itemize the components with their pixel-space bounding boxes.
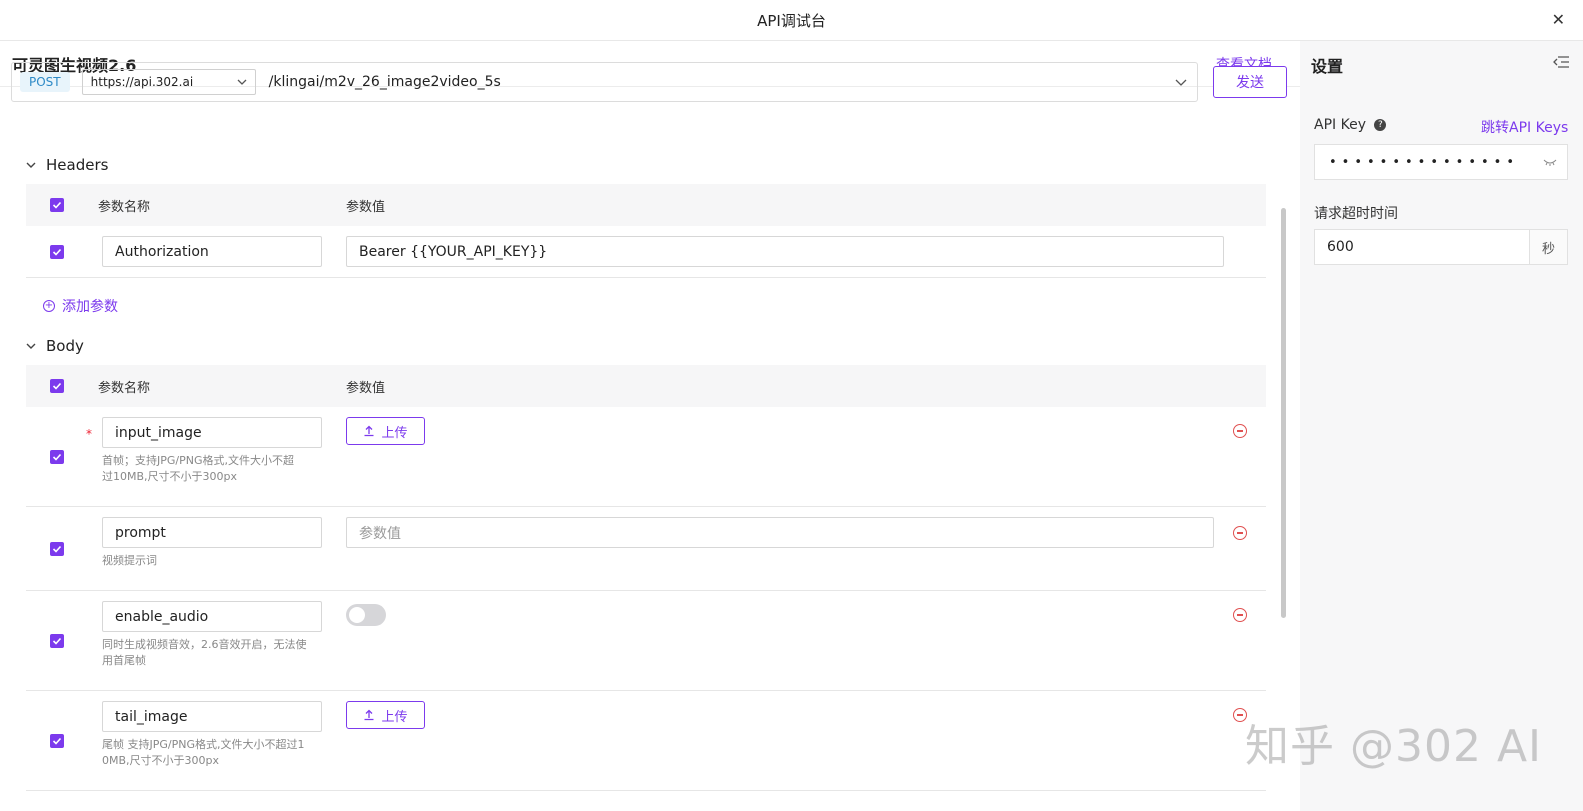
chevron-down-icon[interactable]	[1175, 79, 1187, 86]
check-icon	[52, 248, 62, 256]
param-name-field[interactable]: input_image	[102, 417, 322, 448]
body-section-toggle[interactable]: Body	[26, 337, 84, 355]
settings-panel: 设置 API Key ? 跳转API Keys ••••••••••••••• …	[1300, 41, 1583, 811]
eye-closed-icon[interactable]	[1543, 158, 1557, 166]
api-key-input[interactable]: •••••••••••••••	[1314, 144, 1568, 180]
col-param-value: 参数值	[346, 199, 386, 215]
settings-title: 设置	[1311, 57, 1344, 76]
table-row: enable_audio 同时生成视频音效，2.6音效开启，无法使 用首尾帧	[26, 591, 1266, 691]
upload-icon	[364, 425, 374, 437]
param-name-field[interactable]: Authorization	[102, 236, 322, 267]
add-param-button[interactable]: + 添加参数	[43, 296, 118, 316]
check-icon	[52, 637, 62, 645]
timeout-value[interactable]: 600	[1315, 230, 1529, 264]
close-icon[interactable]: ✕	[1552, 10, 1565, 29]
param-description: 视频提示词	[102, 554, 157, 567]
endpoint-path[interactable]: /klingai/m2v_26_image2video_5s	[269, 74, 1175, 90]
table-row: * input_image 首帧；支持JPG/PNG格式,文件大小不超 过10MB…	[26, 407, 1266, 507]
plus-circle-icon: +	[43, 300, 55, 312]
headers-title: Headers	[46, 156, 109, 174]
check-icon	[52, 382, 62, 390]
param-value-field[interactable]: 参数值	[346, 517, 1214, 548]
api-key-value: •••••••••••••••	[1329, 154, 1520, 170]
watermark: 知乎 @302 AI	[1245, 721, 1543, 772]
param-description: 首帧；支持JPG/PNG格式,文件大小不超 过10MB,尺寸不小于300px	[102, 454, 294, 483]
upload-button[interactable]: 上传	[346, 417, 425, 445]
headers-select-all-checkbox[interactable]	[50, 198, 64, 212]
upload-button[interactable]: 上传	[346, 701, 425, 729]
row-checkbox[interactable]	[50, 245, 64, 259]
row-checkbox[interactable]	[50, 634, 64, 648]
table-row: Authorization Bearer {{YOUR_API_KEY}}	[26, 226, 1266, 278]
upload-icon	[364, 709, 374, 721]
enable-audio-toggle[interactable]	[346, 604, 386, 626]
remove-param-icon[interactable]	[1233, 608, 1247, 622]
param-name-field[interactable]: enable_audio	[102, 601, 322, 632]
api-key-label: API Key	[1314, 117, 1366, 133]
timeout-input[interactable]: 600 秒	[1314, 229, 1568, 265]
chevron-down-icon	[26, 162, 36, 168]
window-titlebar: API调试台 ✕	[0, 0, 1583, 41]
timeout-label: 请求超时时间	[1314, 206, 1398, 222]
col-param-value: 参数值	[346, 380, 386, 396]
url-bar: POST https://api.302.ai /klingai/m2v_26_…	[11, 62, 1198, 102]
check-icon	[52, 545, 62, 553]
timeout-unit: 秒	[1529, 230, 1567, 264]
param-description: 尾帧 支持JPG/PNG格式,文件大小不超过1 0MB,尺寸不小于300px	[102, 738, 305, 767]
base-url-value: https://api.302.ai	[90, 75, 194, 89]
chevron-down-icon	[237, 79, 247, 85]
base-url-select[interactable]: https://api.302.ai	[81, 69, 256, 95]
body-select-all-checkbox[interactable]	[50, 379, 64, 393]
remove-param-icon[interactable]	[1233, 526, 1247, 540]
row-checkbox[interactable]	[50, 450, 64, 464]
headers-section-toggle[interactable]: Headers	[26, 156, 108, 174]
send-button[interactable]: 发送	[1213, 66, 1287, 98]
method-badge: POST	[20, 72, 70, 92]
body-table-head: 参数名称 参数值	[26, 365, 1266, 407]
add-param-label: 添加参数	[62, 299, 118, 315]
body-title: Body	[46, 337, 84, 355]
check-icon	[52, 201, 62, 209]
param-name-field[interactable]: tail_image	[102, 701, 322, 732]
param-name-field[interactable]: prompt	[102, 517, 322, 548]
check-icon	[52, 737, 62, 745]
chevron-down-icon	[26, 343, 36, 349]
check-icon	[52, 453, 62, 461]
param-description: 同时生成视频音效，2.6音效开启，无法使 用首尾帧	[102, 638, 307, 667]
api-keys-link[interactable]: 跳转API Keys	[1481, 117, 1568, 137]
col-param-name: 参数名称	[98, 199, 151, 215]
row-checkbox[interactable]	[50, 542, 64, 556]
window-title: API调试台	[757, 11, 826, 30]
param-value-field[interactable]: Bearer {{YOUR_API_KEY}}	[346, 236, 1224, 267]
table-row: tail_image 尾帧 支持JPG/PNG格式,文件大小不超过1 0MB,尺寸…	[26, 691, 1266, 791]
row-checkbox[interactable]	[50, 734, 64, 748]
table-row: prompt 视频提示词 参数值	[26, 507, 1266, 591]
api-key-label-row: API Key ?	[1314, 117, 1387, 133]
remove-param-icon[interactable]	[1233, 424, 1247, 438]
help-icon[interactable]: ?	[1374, 119, 1387, 131]
required-marker: *	[86, 427, 92, 441]
scrollbar-thumb[interactable]	[1281, 208, 1286, 618]
collapse-panel-icon[interactable]	[1552, 55, 1570, 69]
headers-table-head: 参数名称 参数值	[26, 184, 1266, 226]
col-param-name: 参数名称	[98, 380, 151, 396]
